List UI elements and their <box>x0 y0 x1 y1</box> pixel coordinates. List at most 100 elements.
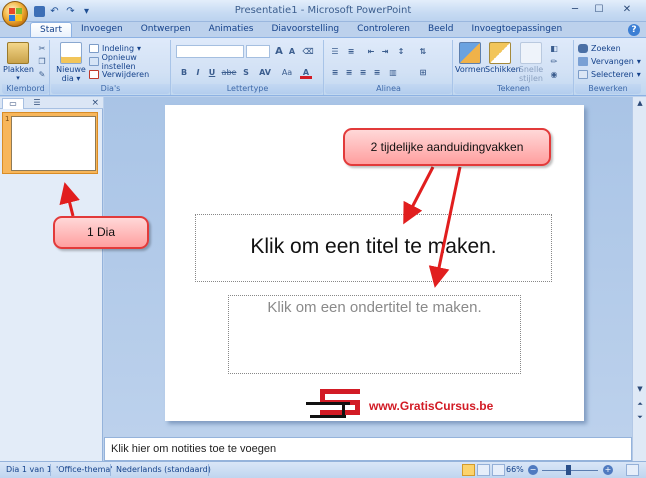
align-right-icon[interactable]: ≡ <box>357 67 369 79</box>
slide-sorter-view-icon[interactable] <box>477 464 490 476</box>
pane-tabs: ▭ ☰ × <box>0 97 103 109</box>
shape-outline-icon[interactable]: ✏ <box>548 56 560 68</box>
title-placeholder[interactable]: Klik om een titel te maken. <box>195 214 552 282</box>
grow-font-icon[interactable]: A <box>273 46 285 58</box>
increase-indent-icon[interactable]: ⇥ <box>379 46 391 58</box>
title-bar: ↶ ↷ ▾ Presentatie1 - Microsoft PowerPoin… <box>0 0 646 22</box>
status-slide-count: Dia 1 van 1 <box>6 465 52 474</box>
font-size-combo[interactable] <box>246 45 270 58</box>
copy-icon[interactable]: ❐ <box>36 56 48 68</box>
notes-pane[interactable]: Klik hier om notities toe te voegen <box>104 437 632 461</box>
tab-invoegen[interactable]: Invoegen <box>72 22 132 38</box>
quick-styles-icon <box>520 42 542 64</box>
callout-slide: 1 Dia <box>53 216 149 249</box>
fit-to-window-icon[interactable] <box>626 464 639 476</box>
maximize-icon[interactable]: ☐ <box>588 2 610 18</box>
bold-button[interactable]: B <box>178 67 190 79</box>
columns-icon[interactable]: ▥ <box>387 67 399 79</box>
zoom-in-icon[interactable]: + <box>603 465 613 475</box>
justify-icon[interactable]: ≡ <box>371 67 383 79</box>
delete-slide-button[interactable]: Verwijderen <box>89 69 149 80</box>
select-button[interactable]: Selecteren ▾ <box>578 69 641 80</box>
clear-format-icon[interactable]: ⌫ <box>302 46 314 58</box>
slide-thumbnail[interactable] <box>11 116 96 171</box>
status-language[interactable]: Nederlands (standaard) <box>116 465 211 474</box>
strikethrough-button[interactable]: abe <box>220 67 238 79</box>
format-painter-icon[interactable]: ✎ <box>36 69 48 81</box>
window-controls: ─ ☐ ✕ <box>564 2 642 18</box>
tab-beeld[interactable]: Beeld <box>419 22 462 38</box>
font-color-button[interactable]: A <box>300 67 312 79</box>
reset-icon <box>89 57 99 66</box>
text-direction-icon[interactable]: ⇅ <box>417 46 429 58</box>
tab-ontwerpen[interactable]: Ontwerpen <box>132 22 200 38</box>
scroll-down-icon[interactable]: ▼ <box>633 383 646 396</box>
subtitle-placeholder-text: Klik om een ondertitel te maken. <box>267 299 482 316</box>
group-label-tekenen: Tekenen <box>454 84 573 94</box>
tab-invoegtoepassingen[interactable]: Invoegtoepassingen <box>462 22 571 38</box>
shapes-button[interactable]: Vormen <box>455 42 486 74</box>
help-icon[interactable]: ? <box>628 24 640 36</box>
decrease-indent-icon[interactable]: ⇤ <box>365 46 377 58</box>
vertical-scrollbar[interactable]: ▲ ▼ ⏶ ⏷ <box>632 97 646 437</box>
layout-icon <box>89 44 99 53</box>
status-theme[interactable]: 'Office-thema' <box>56 465 112 474</box>
group-tekenen: Vormen Schikken Snelle stijlen ◧ ✏ ◉ Tek… <box>454 40 574 95</box>
cut-icon[interactable]: ✂ <box>36 43 48 55</box>
find-button[interactable]: Zoeken <box>578 43 621 54</box>
tab-diavoorstelling[interactable]: Diavoorstelling <box>262 22 348 38</box>
numbering-icon[interactable]: ≡ <box>345 46 357 58</box>
close-icon[interactable]: ✕ <box>612 2 642 18</box>
align-text-icon[interactable]: ⊞ <box>417 67 429 79</box>
zoom-level[interactable]: 66% <box>506 465 524 474</box>
scroll-up-icon[interactable]: ▲ <box>633 97 646 110</box>
select-arrow-icon <box>578 70 588 79</box>
change-case-button[interactable]: Aa <box>278 67 296 79</box>
minimize-icon[interactable]: ─ <box>564 2 586 18</box>
prev-slide-icon[interactable]: ⏶ <box>633 398 646 411</box>
tab-start[interactable]: Start <box>30 22 72 38</box>
line-spacing-icon[interactable]: ↕ <box>395 46 407 58</box>
zoom-out-icon[interactable]: − <box>528 465 538 475</box>
slides-tab-icon[interactable]: ▭ <box>2 98 24 109</box>
font-name-combo[interactable] <box>176 45 244 58</box>
subtitle-placeholder[interactable]: Klik om een ondertitel te maken. <box>228 295 521 374</box>
slideshow-view-icon[interactable] <box>492 464 505 476</box>
normal-view-icon[interactable] <box>462 464 475 476</box>
shrink-font-icon[interactable]: A <box>286 46 298 58</box>
new-slide-button[interactable]: Nieuwe dia ▾ <box>56 42 86 83</box>
italic-button[interactable]: I <box>192 67 204 79</box>
group-label-alinea: Alinea <box>325 84 452 94</box>
shape-fill-icon[interactable]: ◧ <box>548 43 560 55</box>
zoom-slider-thumb[interactable] <box>566 465 571 475</box>
ribbon-tabs: Start Invoegen Ontwerpen Animaties Diavo… <box>30 22 571 38</box>
bullets-icon[interactable]: ☰ <box>329 46 341 58</box>
shadow-button[interactable]: S <box>240 67 252 79</box>
gratiscursus-logo: www.GratisCursus.be <box>306 388 502 420</box>
outline-tab-icon[interactable]: ☰ <box>26 98 48 109</box>
arrange-button[interactable]: Schikken <box>485 42 521 74</box>
status-bar: Dia 1 van 1 'Office-thema' Nederlands (s… <box>0 461 646 478</box>
delete-slide-icon <box>89 70 99 79</box>
char-spacing-button[interactable]: AV <box>256 67 274 79</box>
slide-thumbnail-selected[interactable]: 1 <box>2 112 98 174</box>
reset-button[interactable]: Opnieuw instellen <box>89 53 170 71</box>
binoculars-icon <box>578 44 588 53</box>
tab-controleren[interactable]: Controleren <box>348 22 419 38</box>
align-left-icon[interactable]: ≡ <box>329 67 341 79</box>
next-slide-icon[interactable]: ⏷ <box>633 411 646 424</box>
office-button[interactable] <box>2 1 28 27</box>
paste-button[interactable]: Plakken ▾ <box>3 42 34 83</box>
window-title: Presentatie1 - Microsoft PowerPoint <box>234 5 412 16</box>
ribbon: Plakken ▾ ✂ ❐ ✎ Klembord Nieuwe dia ▾ In… <box>0 37 646 96</box>
pane-close-icon[interactable]: × <box>91 98 99 108</box>
clipboard-icon <box>7 42 29 64</box>
group-label-klembord: Klembord <box>2 84 49 94</box>
quick-styles-button[interactable]: Snelle stijlen <box>516 42 546 83</box>
underline-button[interactable]: U <box>206 67 218 79</box>
notes-scrollbar[interactable] <box>632 437 646 461</box>
shape-effects-icon[interactable]: ◉ <box>548 69 560 81</box>
align-center-icon[interactable]: ≡ <box>343 67 355 79</box>
tab-animaties[interactable]: Animaties <box>200 22 263 38</box>
replace-button[interactable]: Vervangen ▾ <box>578 56 641 67</box>
